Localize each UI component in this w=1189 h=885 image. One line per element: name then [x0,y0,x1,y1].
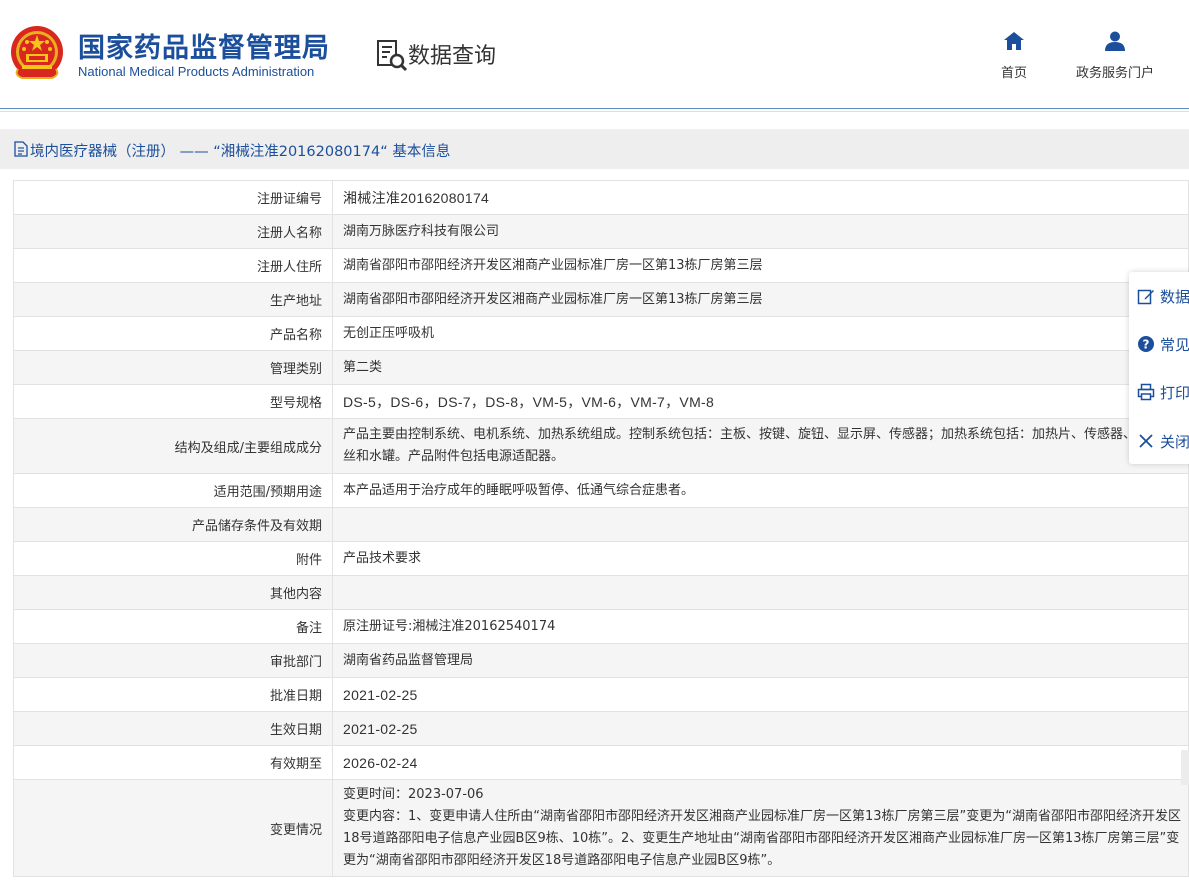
site-subtitle: National Medical Products Administration [78,64,315,79]
nav-service-portal[interactable]: 政务服务门户 [1066,30,1164,81]
change-time: 变更时间：2023-07-06 [343,787,484,802]
row-key: 注册证编号 [13,180,333,215]
table-row: 适用范围/预期用途 本产品适用于治疗成年的睡眠呼吸暂停、低通气综合症患者。 [13,473,1189,508]
row-key: 产品名称 [13,316,333,351]
print-icon [1137,383,1155,401]
row-key: 适用范围/预期用途 [13,473,333,508]
row-value: 2021-02-25 [332,711,1189,746]
row-key: 型号规格 [13,384,333,419]
row-key: 附件 [13,541,333,576]
row-value: 原注册证号:湘械注准20162540174 [332,609,1189,644]
nav-home-label: 首页 [1000,66,1027,81]
row-key: 结构及组成/主要组成成分 [13,418,333,474]
row-key: 管理类别 [13,350,333,385]
row-key: 其他内容 [13,575,333,610]
table-row: 审批部门 湖南省药品监督管理局 [13,643,1189,678]
print-label: 打印 [1160,384,1189,402]
row-value: 本产品适用于治疗成年的睡眠呼吸暂停、低通气综合症患者。 [332,473,1189,508]
row-value: 湖南万脉医疗科技有限公司 [332,214,1189,249]
table-row: 产品名称 无创正压呼吸机 [13,316,1189,351]
row-key: 有效期至 [13,745,333,780]
row-value: 湘械注准20162080174 [332,180,1189,215]
data-feedback-label: 数据 [1160,288,1189,306]
row-key: 批准日期 [13,677,333,712]
row-key: 变更情况 [13,779,333,877]
close-icon [1139,434,1153,448]
site-header: 国家药品监督管理局 National Medical Products Admi… [0,0,1189,108]
table-row: 注册证编号 湘械注准20162080174 [13,180,1189,215]
row-value: 无创正压呼吸机 [332,316,1189,351]
faq-label: 常见 [1160,336,1189,354]
table-row: 变更情况 变更时间：2023-07-06 变更内容：1、变更申请人住所由“湖南省… [13,779,1189,877]
site-title: 国家药品监督管理局 [78,33,330,64]
row-key: 注册人名称 [13,214,333,249]
data-query-icon [377,40,408,72]
svg-text:?: ? [1143,338,1150,352]
header-divider [0,108,1189,109]
row-value: DS-5，DS-6，DS-7，DS-8，VM-5，VM-6，VM-7，VM-8 [332,384,1189,419]
national-emblem-icon [11,26,63,79]
user-icon [1105,31,1125,51]
row-value: 产品技术要求 [332,541,1189,576]
row-value: 湖南省药品监督管理局 [332,643,1189,678]
row-value: 第二类 [332,350,1189,385]
table-row: 有效期至 2026-02-24 [13,745,1189,780]
row-value [332,507,1189,542]
row-key: 生效日期 [13,711,333,746]
nav-service-label: 政务服务门户 [1075,66,1154,81]
registration-info-table: 注册证编号 湘械注准20162080174 注册人名称 湖南万脉医疗科技有限公司… [13,180,1189,877]
document-icon [14,141,28,157]
data-query-title: 数据查询 [408,44,497,69]
table-row: 批准日期 2021-02-25 [13,677,1189,712]
table-row: 结构及组成/主要组成成分 产品主要由控制系统、电机系统、加热系统组成。控制系统包… [13,418,1189,474]
row-value-change-history: 变更时间：2023-07-06 变更内容：1、变更申请人住所由“湖南省邵阳市邵阳… [332,779,1189,877]
table-row: 生产地址 湖南省邵阳市邵阳经济开发区湘商产业园标准厂房一区第13栋厂房第三层 [13,282,1189,317]
row-key: 备注 [13,609,333,644]
table-row: 注册人名称 湖南万脉医疗科技有限公司 [13,214,1189,249]
table-row: 其他内容 [13,575,1189,610]
row-key: 产品储存条件及有效期 [13,507,333,542]
row-value: 2021-02-25 [332,677,1189,712]
row-value: 产品主要由控制系统、电机系统、加热系统组成。控制系统包括：主板、按键、旋钮、显示… [332,418,1189,474]
row-value [332,575,1189,610]
home-icon [1004,32,1024,50]
help-icon: ? [1138,336,1154,352]
row-value: 2026-02-24 [332,745,1189,780]
floating-tool-panel: 数据 ? 常见 打印 关闭 [1129,272,1189,464]
table-row: 管理类别 第二类 [13,350,1189,385]
header-divider-secondary [0,111,1189,112]
table-row: 型号规格 DS-5，DS-6，DS-7，DS-8，VM-5，VM-6，VM-7，… [13,384,1189,419]
close-label: 关闭 [1160,433,1189,451]
row-key: 审批部门 [13,643,333,678]
breadcrumb: 境内医疗器械（注册） —— “湘械注准20162080174“ 基本信息 [0,129,1189,169]
row-key: 注册人住所 [13,248,333,283]
table-row: 注册人住所 湖南省邵阳市邵阳经济开发区湘商产业园标准厂房一区第13栋厂房第三层 [13,248,1189,283]
change-content: 变更内容：1、变更申请人住所由“湖南省邵阳市邵阳经济开发区湘商产业园标准厂房一区… [343,809,1182,868]
row-value: 湖南省邵阳市邵阳经济开发区湘商产业园标准厂房一区第13栋厂房第三层 [332,282,1189,317]
row-key: 生产地址 [13,282,333,317]
row-value: 湖南省邵阳市邵阳经济开发区湘商产业园标准厂房一区第13栋厂房第三层 [332,248,1189,283]
table-row: 备注 原注册证号:湘械注准20162540174 [13,609,1189,644]
breadcrumb-title: 境内医疗器械（注册） —— “湘械注准20162080174“ 基本信息 [30,144,451,160]
nav-home[interactable]: 首页 [992,30,1036,81]
table-row: 生效日期 2021-02-25 [13,711,1189,746]
table-row: 附件 产品技术要求 [13,541,1189,576]
scrollbar[interactable] [1181,750,1189,785]
table-row: 产品储存条件及有效期 [13,507,1189,542]
edit-icon [1137,289,1154,305]
